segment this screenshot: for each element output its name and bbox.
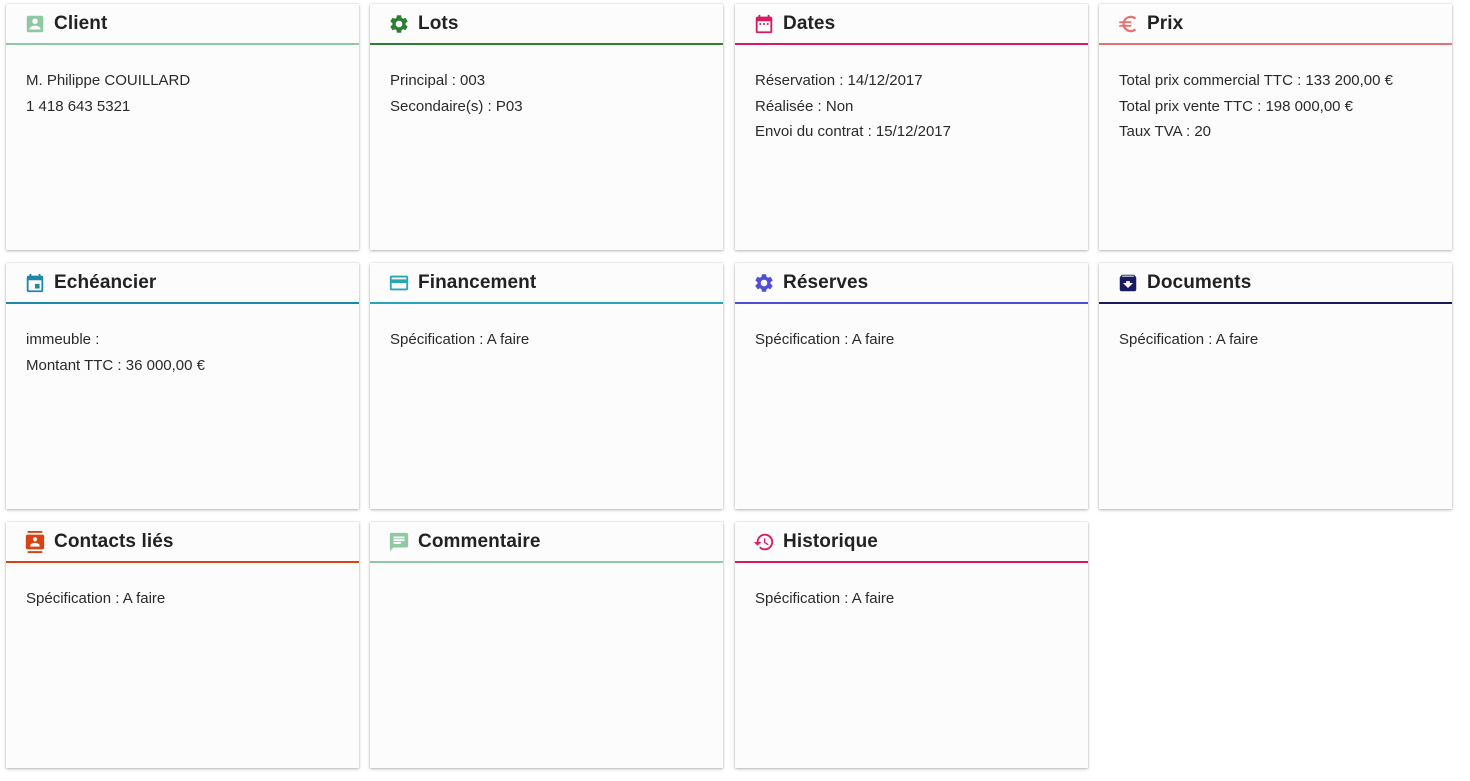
date-reservation: Réservation : 14/12/2017 xyxy=(755,72,923,89)
gear-icon xyxy=(388,13,410,35)
card-header: Client xyxy=(6,4,359,45)
card-dates[interactable]: Dates Réservation : 14/12/2017 Réalisée … xyxy=(735,4,1088,250)
echeancier-immeuble: immeuble : xyxy=(26,331,100,348)
card-title: Echéancier xyxy=(54,271,157,293)
echeancier-montant: Montant TTC : 36 000,00 € xyxy=(26,356,205,374)
gear-icon xyxy=(753,272,775,294)
history-icon xyxy=(753,531,775,553)
card-title: Prix xyxy=(1147,12,1184,34)
card-commentaire[interactable]: Commentaire xyxy=(370,522,723,768)
reserves-specification: Spécification : A faire xyxy=(755,331,895,348)
card-title: Historique xyxy=(783,530,878,552)
date-envoi-contrat: Envoi du contrat : 15/12/2017 xyxy=(755,123,951,140)
card-header: Historique xyxy=(735,522,1088,563)
card-prix[interactable]: Prix Total prix commercial TTC : 133 200… xyxy=(1099,4,1452,250)
comment-icon xyxy=(388,531,410,553)
card-header: Lots xyxy=(370,4,723,45)
card-lots[interactable]: Lots Principal : 003 Secondaire(s) : P03 xyxy=(370,4,723,250)
financement-specification: Spécification : A faire xyxy=(390,331,530,348)
account-box-icon xyxy=(24,13,46,35)
card-reserves[interactable]: Réserves Spécification : A faire xyxy=(735,263,1088,509)
card-title: Client xyxy=(54,12,108,34)
calendar-icon xyxy=(24,272,46,294)
card-body: Spécification : A faire xyxy=(1099,304,1452,353)
contacts-icon xyxy=(24,530,46,553)
documents-specification: Spécification : A faire xyxy=(1119,331,1259,348)
card-header: Contacts liés xyxy=(6,522,359,563)
prix-commercial: Total prix commercial TTC : 133 200,00 € xyxy=(1119,72,1394,89)
card-documents[interactable]: Documents Spécification : A faire xyxy=(1099,263,1452,509)
card-body: Total prix commercial TTC : 133 200,00 €… xyxy=(1099,45,1452,145)
credit-card-icon xyxy=(388,272,410,294)
card-header: Documents xyxy=(1099,263,1452,304)
lot-principal: Principal : 003 xyxy=(390,72,486,89)
card-title: Contacts liés xyxy=(54,530,174,552)
card-body: Spécification : A faire xyxy=(735,563,1088,612)
card-header: Dates xyxy=(735,4,1088,45)
card-header: Prix xyxy=(1099,4,1452,45)
card-header: Commentaire xyxy=(370,522,723,563)
cards-grid: Client M. Philippe COUILLARD 1 418 643 5… xyxy=(0,0,1470,781)
card-financement[interactable]: Financement Spécification : A faire xyxy=(370,263,723,509)
client-phone: 1 418 643 5321 xyxy=(26,97,131,115)
card-client[interactable]: Client M. Philippe COUILLARD 1 418 643 5… xyxy=(6,4,359,250)
card-title: Dates xyxy=(783,12,836,34)
card-header: Echéancier xyxy=(6,263,359,304)
card-body: Spécification : A faire xyxy=(6,563,359,612)
historique-specification: Spécification : A faire xyxy=(755,590,895,607)
taux-tva: Taux TVA : 20 xyxy=(1119,123,1211,140)
card-header: Réserves xyxy=(735,263,1088,304)
card-title: Lots xyxy=(418,12,459,34)
card-body: Spécification : A faire xyxy=(735,304,1088,353)
card-body: immeuble : Montant TTC : 36 000,00 € xyxy=(6,304,359,378)
contacts-specification: Spécification : A faire xyxy=(26,590,166,607)
prix-vente: Total prix vente TTC : 198 000,00 € xyxy=(1119,97,1354,115)
card-body: Réservation : 14/12/2017 Réalisée : Non … xyxy=(735,45,1088,145)
client-name: M. Philippe COUILLARD xyxy=(26,72,191,89)
card-echeancier[interactable]: Echéancier immeuble : Montant TTC : 36 0… xyxy=(6,263,359,509)
date-realisee: Réalisée : Non xyxy=(755,97,854,115)
card-contacts-lies[interactable]: Contacts liés Spécification : A faire xyxy=(6,522,359,768)
card-body: Principal : 003 Secondaire(s) : P03 xyxy=(370,45,723,119)
calendar-dots-icon xyxy=(753,13,775,35)
archive-icon xyxy=(1117,272,1139,294)
card-body xyxy=(370,563,723,586)
card-body: Spécification : A faire xyxy=(370,304,723,353)
card-historique[interactable]: Historique Spécification : A faire xyxy=(735,522,1088,768)
card-title: Réserves xyxy=(783,271,869,293)
card-title: Documents xyxy=(1147,271,1252,293)
card-body: M. Philippe COUILLARD 1 418 643 5321 xyxy=(6,45,359,119)
lot-secondaire: Secondaire(s) : P03 xyxy=(390,97,523,115)
card-title: Commentaire xyxy=(418,530,541,552)
card-header: Financement xyxy=(370,263,723,304)
card-title: Financement xyxy=(418,271,537,293)
euro-icon xyxy=(1117,13,1139,35)
